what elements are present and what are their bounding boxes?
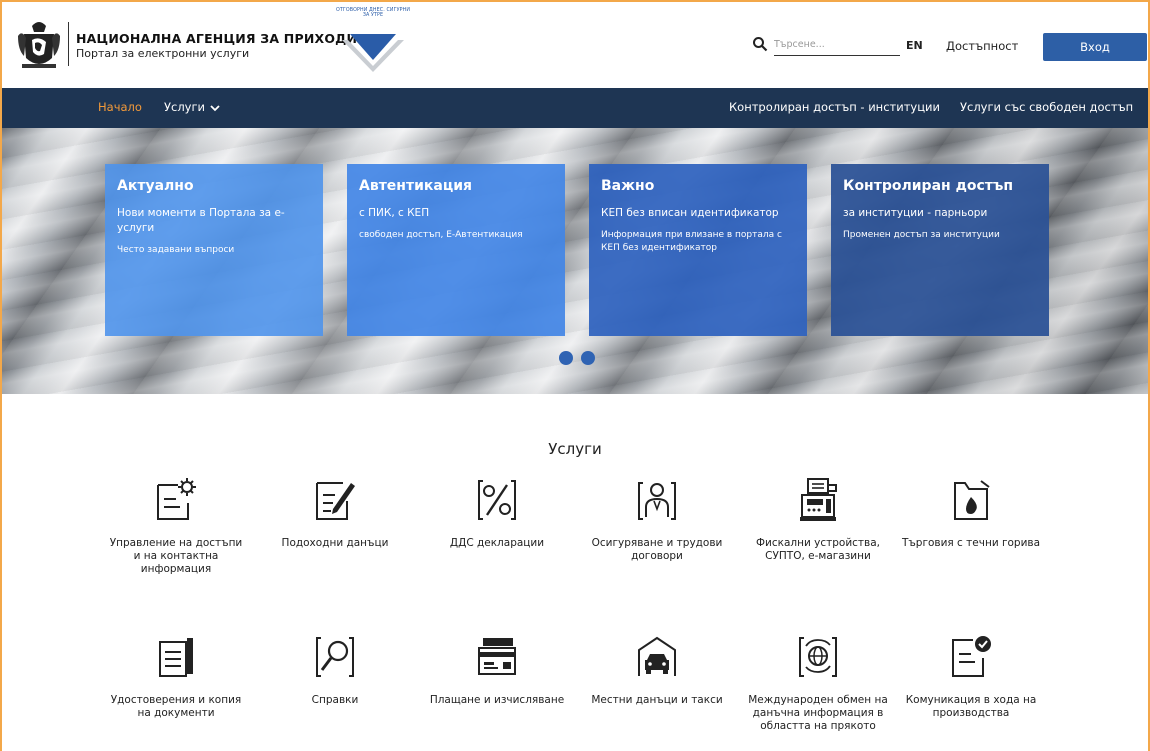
hero-card-important[interactable]: Важно КЕП без вписан идентификатор Инфор… (589, 164, 807, 336)
magnifier-icon (316, 637, 354, 677)
document-copies-icon (159, 638, 193, 677)
card-title: Автентикация (359, 178, 473, 194)
document-pen-icon (316, 482, 355, 520)
service-insurance-contracts[interactable]: Осигуряване и трудови договори (587, 477, 727, 563)
agency-name[interactable]: НАЦИОНАЛНА АГЕНЦИЯ ЗА ПРИХОДИТЕ (76, 31, 375, 46)
card-link[interactable]: Нови моменти в Портала за е-услуги (117, 206, 311, 236)
service-international-exchange[interactable]: Международен обмен на данъчна информация… (748, 634, 888, 733)
service-income-tax[interactable]: Подоходни данъци (265, 477, 405, 550)
payment-card-icon (478, 638, 516, 675)
main-nav: Начало Услуги Контролиран достъп - инсти… (2, 88, 1148, 128)
card-link[interactable]: КЕП без вписан идентификатор (601, 206, 795, 221)
service-label: Плащане и изчисляване (429, 694, 565, 706)
service-label: ДДС декларации (449, 537, 545, 549)
nav-home[interactable]: Начало (98, 100, 142, 114)
accessibility-link[interactable]: Достъпност (946, 39, 1018, 53)
document-gear-icon (157, 478, 196, 520)
service-access-management[interactable]: Управление на достъпи и на контактна инф… (106, 477, 246, 576)
card-link[interactable]: с ПИК, с КЕП (359, 206, 553, 221)
page-frame: НАЦИОНАЛНА АГЕНЦИЯ ЗА ПРИХОДИТЕ Портал з… (0, 0, 1150, 751)
services-heading: Услуги (548, 440, 602, 458)
house-car-icon (638, 636, 676, 676)
service-label: Фискални устройства, СУПТО, е-магазини (755, 537, 881, 562)
chevron-down-icon (210, 104, 220, 111)
hero-card-authentication[interactable]: Автентикация с ПИК, с КЕП свободен достъ… (347, 164, 565, 336)
search-icon[interactable] (752, 36, 768, 52)
cash-register-icon (800, 478, 837, 521)
service-label: Удостоверения и копия на документи (110, 694, 242, 719)
hero-card-controlled-access[interactable]: Контролиран достъп за институции - парнь… (831, 164, 1049, 336)
nav-services-label: Услуги (164, 100, 206, 114)
person-icon (638, 482, 676, 520)
card-title: Актуално (117, 178, 194, 194)
service-label: Комуникация в хода на производства (905, 694, 1037, 719)
service-reports[interactable]: Справки (265, 634, 405, 707)
site-header: НАЦИОНАЛНА АГЕНЦИЯ ЗА ПРИХОДИТЕ Портал з… (2, 2, 1148, 88)
percent-icon (478, 480, 516, 520)
document-check-icon (952, 636, 991, 677)
service-label: Управление на достъпи и на контактна инф… (109, 537, 243, 575)
coat-of-arms-icon[interactable] (16, 16, 62, 72)
service-vat-declarations[interactable]: ДДС декларации (427, 477, 567, 550)
service-certificates[interactable]: Удостоверения и копия на документи (106, 634, 246, 720)
nav-services-dropdown[interactable]: Услуги (164, 100, 220, 114)
service-fiscal-devices[interactable]: Фискални устройства, СУПТО, е-магазини (748, 477, 888, 563)
emblem-chevron-icon (342, 34, 404, 72)
service-label: Справки (311, 694, 359, 706)
card-link[interactable]: Информация при влизане в портала с КЕП б… (601, 229, 795, 255)
globe-exchange-icon (799, 637, 837, 677)
service-proceedings-communication[interactable]: Комуникация в хода на производства (901, 634, 1041, 720)
brand-divider (68, 22, 69, 66)
service-local-taxes[interactable]: Местни данъци и такси (587, 634, 727, 707)
nav-free-access-services[interactable]: Услуги със свободен достъп (960, 100, 1133, 114)
fuel-can-icon (954, 480, 990, 520)
service-label: Търговия с течни горива (901, 537, 1041, 549)
service-label: Международен обмен на данъчна информация… (748, 694, 888, 732)
hero-card-news[interactable]: Актуално Нови моменти в Портала за е-усл… (105, 164, 323, 336)
agency-emblem: ОТГОВОРНИ ДНЕС. СИГУРНИ ЗА УТРЕ (332, 8, 414, 74)
nav-controlled-access[interactable]: Контролиран достъп - институции (729, 100, 940, 114)
card-link[interactable]: свободен достъп, Е-Автентикация (359, 229, 553, 242)
service-label: Местни данъци и такси (591, 694, 723, 706)
portal-subtitle: Портал за електронни услуги (76, 47, 250, 60)
card-link[interactable]: Променен достъп за институции (843, 229, 1037, 242)
card-title: Контролиран достъп (843, 178, 1014, 194)
service-liquid-fuels[interactable]: Търговия с течни горива (901, 477, 1041, 550)
card-link[interactable]: Често задавани въпроси (117, 244, 311, 257)
card-title: Важно (601, 178, 655, 194)
service-label: Подоходни данъци (281, 537, 389, 549)
carousel-dot-2[interactable] (581, 351, 595, 365)
language-switch[interactable]: EN (906, 39, 923, 52)
service-payments[interactable]: Плащане и изчисляване (427, 634, 567, 707)
search-input[interactable] (774, 34, 900, 56)
service-label: Осигуряване и трудови договори (591, 537, 723, 562)
hero-carousel: Актуално Нови моменти в Портала за е-усл… (2, 128, 1148, 394)
login-button[interactable]: Вход (1043, 33, 1147, 61)
card-link[interactable]: за институции - парньори (843, 206, 1037, 221)
carousel-dot-1[interactable] (559, 351, 573, 365)
